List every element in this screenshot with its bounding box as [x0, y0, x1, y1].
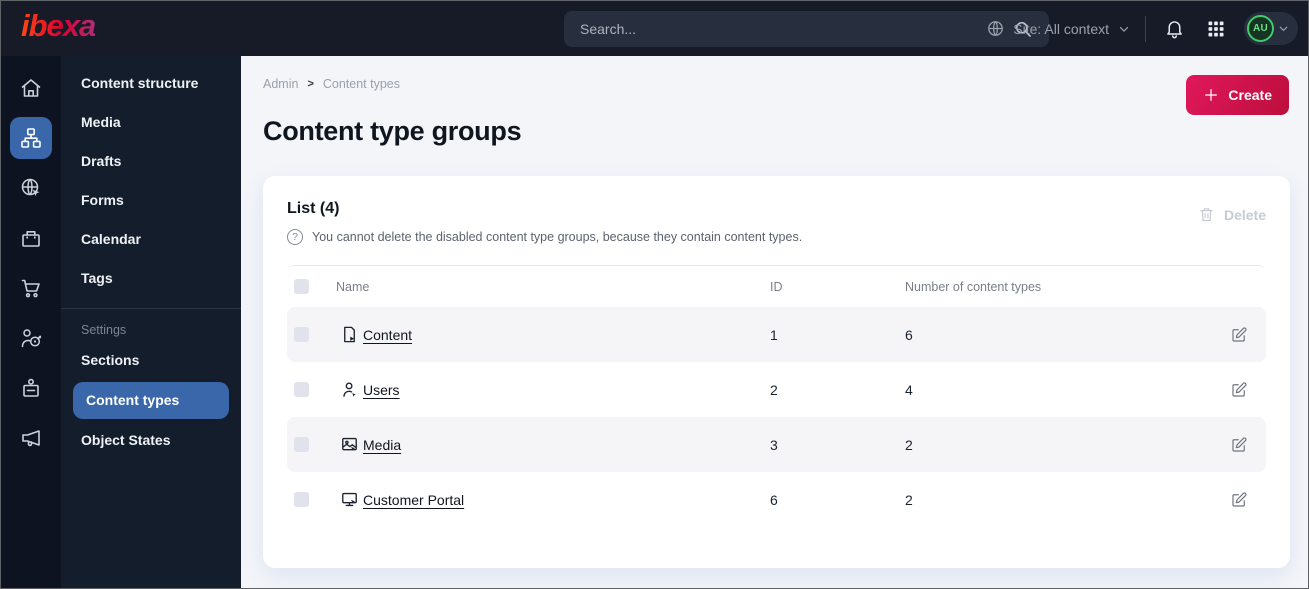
rail-item-commerce[interactable] [10, 267, 52, 309]
topbar: ibexa Site: All context [1, 1, 1308, 56]
breadcrumb-separator: > [307, 78, 314, 90]
sidebar-item-calendar[interactable]: Calendar [61, 220, 241, 259]
group-link-content[interactable]: Content [363, 327, 770, 343]
shopping-cart-icon [19, 276, 43, 300]
create-button[interactable]: Create [1186, 75, 1289, 115]
site-selector-label: Site: All context [1013, 20, 1109, 37]
edit-button[interactable] [1220, 324, 1258, 346]
breadcrumb-content-types: Content types [322, 77, 401, 91]
edit-button[interactable] [1220, 489, 1258, 511]
rail-item-marketing[interactable] [10, 417, 52, 459]
row-checkbox[interactable] [294, 327, 309, 342]
content-type-groups-table: Name ID Number of content types Content [287, 265, 1266, 527]
product-box-icon [19, 226, 43, 250]
topbar-right-cluster: Site: All context AU [986, 1, 1298, 56]
table-row-media: Media 3 2 [287, 417, 1266, 472]
create-button-label: Create [1228, 87, 1272, 103]
table-row-customer-portal: Customer Portal 6 2 [287, 472, 1266, 527]
sitemap-icon [19, 126, 43, 150]
group-link-customer-portal[interactable]: Customer Portal [363, 492, 770, 508]
column-header-count: Number of content types [905, 279, 1042, 294]
table-row-content: Content 1 6 [287, 307, 1266, 362]
main-content: Admin > Content types Create Content typ… [241, 56, 1308, 588]
edit-button[interactable] [1220, 379, 1258, 401]
help-circle-icon: ? [287, 229, 303, 245]
sidebar-item-content-structure[interactable]: Content structure [61, 64, 241, 103]
sidebar-item-forms[interactable]: Forms [61, 181, 241, 220]
breadcrumb-admin[interactable]: Admin [263, 77, 298, 91]
user-menu[interactable]: AU [1244, 12, 1298, 45]
chevron-down-icon [1117, 22, 1131, 36]
group-id: 3 [770, 436, 778, 453]
notifications-bell-icon[interactable] [1160, 15, 1188, 43]
ibexa-logo: ibexa [21, 8, 96, 43]
list-title: List (4) [287, 200, 340, 217]
group-count: 6 [905, 326, 913, 343]
global-search[interactable] [564, 11, 1049, 47]
app-switcher-grid-icon[interactable] [1202, 15, 1230, 43]
rail-item-product-catalog[interactable] [10, 217, 52, 259]
group-id: 6 [770, 491, 778, 508]
plus-icon [1203, 87, 1219, 103]
sidebar-item-drafts[interactable]: Drafts [61, 142, 241, 181]
person-target-icon [19, 326, 43, 350]
rail-item-home[interactable] [10, 67, 52, 109]
avatar: AU [1247, 15, 1274, 42]
list-help-text: You cannot delete the disabled content t… [312, 230, 803, 244]
list-panel: List (4) ? You cannot delete the disable… [263, 176, 1290, 568]
monitor-icon [336, 490, 363, 509]
rail-item-personalization[interactable] [10, 317, 52, 359]
row-checkbox[interactable] [294, 382, 309, 397]
media-image-icon [336, 435, 363, 454]
column-header-name: Name [336, 279, 370, 294]
group-count: 2 [905, 436, 913, 453]
delete-button-label: Delete [1223, 206, 1266, 223]
column-header-id: ID [770, 279, 783, 294]
group-id: 1 [770, 326, 778, 343]
megaphone-icon [19, 426, 43, 450]
id-badge-icon [19, 376, 43, 400]
sidebar-section-settings: Settings [81, 323, 127, 337]
rail-item-content-structure[interactable] [10, 117, 52, 159]
group-link-users[interactable]: Users [363, 382, 770, 398]
group-count: 2 [905, 491, 913, 508]
rail-item-corporate-account[interactable] [10, 367, 52, 409]
edit-button[interactable] [1220, 434, 1258, 456]
search-input[interactable] [580, 21, 1009, 37]
table-row-users: Users 2 4 [287, 362, 1266, 417]
select-all-checkbox[interactable] [294, 279, 309, 294]
sidebar-item-media[interactable]: Media [61, 103, 241, 142]
sidebar-item-sections[interactable]: Sections [61, 341, 241, 380]
secondary-sidebar: Content structure Media Drafts Forms Cal… [61, 56, 241, 588]
group-link-media[interactable]: Media [363, 437, 770, 453]
site-context-selector[interactable]: Site: All context [986, 19, 1131, 38]
chevron-down-icon [1277, 22, 1290, 35]
table-body: Content 1 6 Users 2 4 Media 3 2 Customer… [287, 307, 1266, 527]
row-checkbox[interactable] [294, 437, 309, 452]
list-help: ? You cannot delete the disabled content… [287, 229, 802, 245]
sidebar-item-object-states[interactable]: Object States [61, 421, 241, 460]
row-checkbox[interactable] [294, 492, 309, 507]
page-title: Content type groups [263, 116, 522, 146]
primary-nav-rail [1, 56, 61, 588]
trash-icon [1198, 206, 1215, 223]
breadcrumb: Admin > Content types [263, 77, 1290, 91]
group-id: 2 [770, 381, 778, 398]
user-icon [336, 380, 363, 399]
content-file-icon [336, 325, 363, 344]
globe-cursor-icon [19, 176, 43, 200]
sidebar-item-tags[interactable]: Tags [61, 259, 241, 298]
group-count: 4 [905, 381, 913, 398]
topbar-divider [1145, 15, 1146, 42]
sidebar-item-content-types[interactable]: Content types [73, 382, 229, 419]
globe-icon [986, 19, 1005, 38]
delete-button[interactable]: Delete [1198, 206, 1266, 223]
home-icon [19, 76, 43, 100]
table-header-row: Name ID Number of content types [287, 265, 1266, 307]
app-window: ibexa Site: All context [0, 0, 1309, 589]
rail-item-site-context[interactable] [10, 167, 52, 209]
